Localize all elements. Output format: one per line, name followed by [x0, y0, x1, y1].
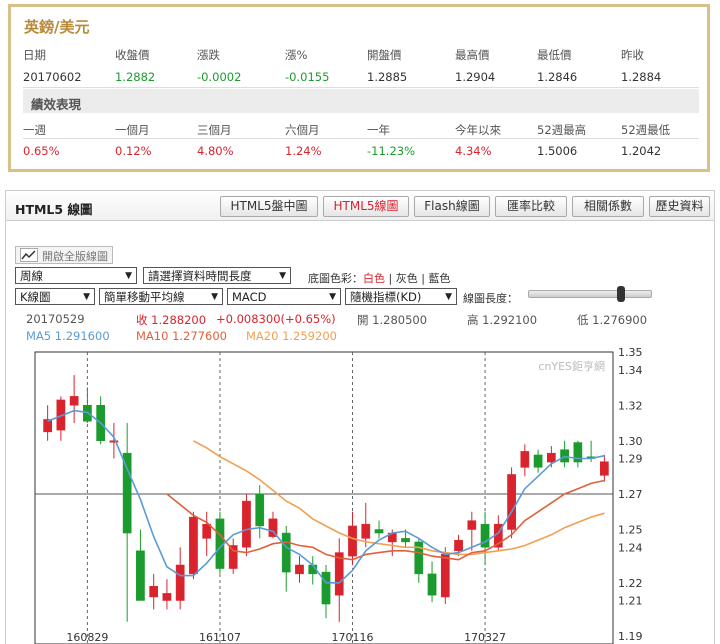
perf-header-6: 52週最高 [537, 123, 587, 137]
quote-header-row: 日期 收盤價 漲跌 漲% 開盤價 最高價 最低價 昨收 [23, 44, 699, 64]
chevron-down-icon: ▼ [445, 292, 452, 302]
ma-select[interactable]: 簡單移動平均線 ▼ [99, 288, 223, 305]
info-close: 收 1.288200 [136, 313, 207, 327]
macd-select-value: MACD [232, 290, 267, 304]
perf-value-row: 0.65% 0.12% 4.80% 1.24% -11.23% 4.34% 1.5006 1.… [23, 141, 699, 161]
chart-panel-title: HTML5 線圖 [15, 202, 93, 217]
tab-html5-intraday[interactable]: HTML5盤中圖 [220, 196, 318, 217]
quote-header-7: 昨收 [621, 48, 644, 62]
candle-select-value: K線圖 [20, 290, 51, 304]
perf-header-row: 一週 一個月 三個月 六個月 一年 今年以來 52週最高 52週最低 [23, 119, 699, 139]
separator: | [421, 272, 425, 285]
info-ma10: MA10 1.277600 [136, 329, 227, 343]
quote-value-row: 20170602 1.2882 -0.0002 -0.0155 1.2885 1.2904… [23, 67, 699, 88]
perf-header-0: 一週 [23, 123, 46, 137]
tab-correlation[interactable]: 相關係數 [572, 196, 644, 217]
tab-html5-chart[interactable]: HTML5線圖 [323, 196, 409, 217]
perf-header-2: 三個月 [197, 123, 232, 137]
quote-header-2: 漲跌 [197, 48, 220, 62]
chart-icon [20, 248, 38, 262]
quote-header-6: 最低價 [537, 48, 572, 62]
fullscreen-button[interactable]: 開啟全版線圖 [15, 246, 113, 264]
quote-header-0: 日期 [23, 48, 46, 62]
kd-select-value: 隨機指標(KD) [350, 290, 422, 304]
perf-value-1: 0.12% [115, 144, 152, 158]
info-ma5: MA5 1.291600 [26, 329, 110, 343]
candle-select[interactable]: K線圖 ▼ [15, 288, 95, 305]
kd-select[interactable]: 隨機指標(KD) ▼ [345, 288, 457, 305]
macd-select[interactable]: MACD ▼ [227, 288, 341, 305]
bg-white-option[interactable]: 白色 [363, 272, 385, 285]
info-low: 低 1.276900 [577, 313, 648, 327]
info-change: +0.008300(+0.65%) [216, 312, 336, 326]
bg-gray-option[interactable]: 灰色 [396, 272, 418, 285]
chevron-down-icon: ▼ [211, 292, 218, 302]
bg-blue-option[interactable]: 藍色 [428, 272, 450, 285]
quote-title: 英鎊/美元 [24, 18, 90, 36]
ma-select-value: 簡單移動平均線 [104, 290, 185, 304]
perf-value-2: 4.80% [197, 144, 234, 158]
info-ma20: MA20 1.259200 [246, 329, 337, 343]
bg-color-label: 底圖色彩： [308, 272, 363, 285]
perf-value-4: -11.23% [367, 144, 415, 158]
info-open: 開 1.280500 [357, 313, 428, 327]
perf-value-7: 1.2042 [621, 144, 662, 158]
perf-value-6: 1.5006 [537, 144, 578, 158]
quote-header-5: 最高價 [455, 48, 490, 62]
chevron-down-icon: ▼ [83, 292, 90, 302]
perf-header-1: 一個月 [115, 123, 150, 137]
quote-header-1: 收盤價 [115, 48, 150, 62]
perf-value-0: 0.65% [23, 144, 60, 158]
quote-header-4: 開盤價 [367, 48, 402, 62]
perf-header-4: 一年 [367, 123, 390, 137]
tab-fx-compare[interactable]: 匯率比較 [495, 196, 567, 217]
quote-header-3: 漲% [285, 48, 308, 62]
info-date: 20170529 [26, 312, 85, 326]
perf-header-3: 六個月 [285, 123, 320, 137]
bg-color-options: 底圖色彩：白色 | 灰色 | 藍色 [308, 270, 450, 286]
quote-value-6: 1.2846 [537, 70, 578, 84]
length-label: 線圖長度： [463, 292, 518, 305]
period-select-value: 周線 [20, 269, 43, 283]
perf-value-3: 1.24% [285, 144, 322, 158]
chevron-down-icon: ▼ [329, 292, 336, 302]
quote-value-3: -0.0155 [285, 70, 330, 84]
tab-flash-chart[interactable]: Flash線圖 [414, 196, 490, 217]
chevron-down-icon: ▼ [125, 271, 132, 281]
quote-value-7: 1.2884 [621, 70, 662, 84]
slider-handle[interactable] [617, 286, 625, 302]
period-select[interactable]: 周線 ▼ [15, 267, 137, 284]
perf-header-5: 今年以來 [455, 123, 501, 137]
range-select[interactable]: 請選擇資料時間長度 ▼ [143, 267, 291, 284]
info-high: 高 1.292100 [467, 313, 538, 327]
quote-value-2: -0.0002 [197, 70, 242, 84]
perf-title: 績效表現 [23, 89, 699, 113]
quote-value-5: 1.2904 [455, 70, 496, 84]
quote-value-0: 20170602 [23, 70, 82, 84]
quote-box: 英鎊/美元 日期 收盤價 漲跌 漲% 開盤價 最高價 最低價 昨收 20170602 1.288… [8, 4, 710, 172]
chart-panel: HTML5 線圖 HTML5盤中圖 HTML5線圖 Flash線圖 匯率比較 相… [5, 190, 715, 644]
fullscreen-label: 開啟全版線圖 [42, 250, 108, 263]
quote-value-4: 1.2885 [367, 70, 408, 84]
quote-value-1: 1.2882 [115, 70, 156, 84]
chevron-down-icon: ▼ [279, 271, 286, 281]
tab-history[interactable]: 歷史資料 [649, 196, 710, 217]
chart-header: HTML5 線圖 HTML5盤中圖 HTML5線圖 Flash線圖 匯率比較 相… [6, 191, 714, 221]
length-slider[interactable] [528, 286, 652, 302]
range-select-value: 請選擇資料時間長度 [148, 269, 252, 283]
perf-value-5: 4.34% [455, 144, 492, 158]
perf-header-7: 52週最低 [621, 123, 671, 137]
separator: | [388, 272, 393, 285]
